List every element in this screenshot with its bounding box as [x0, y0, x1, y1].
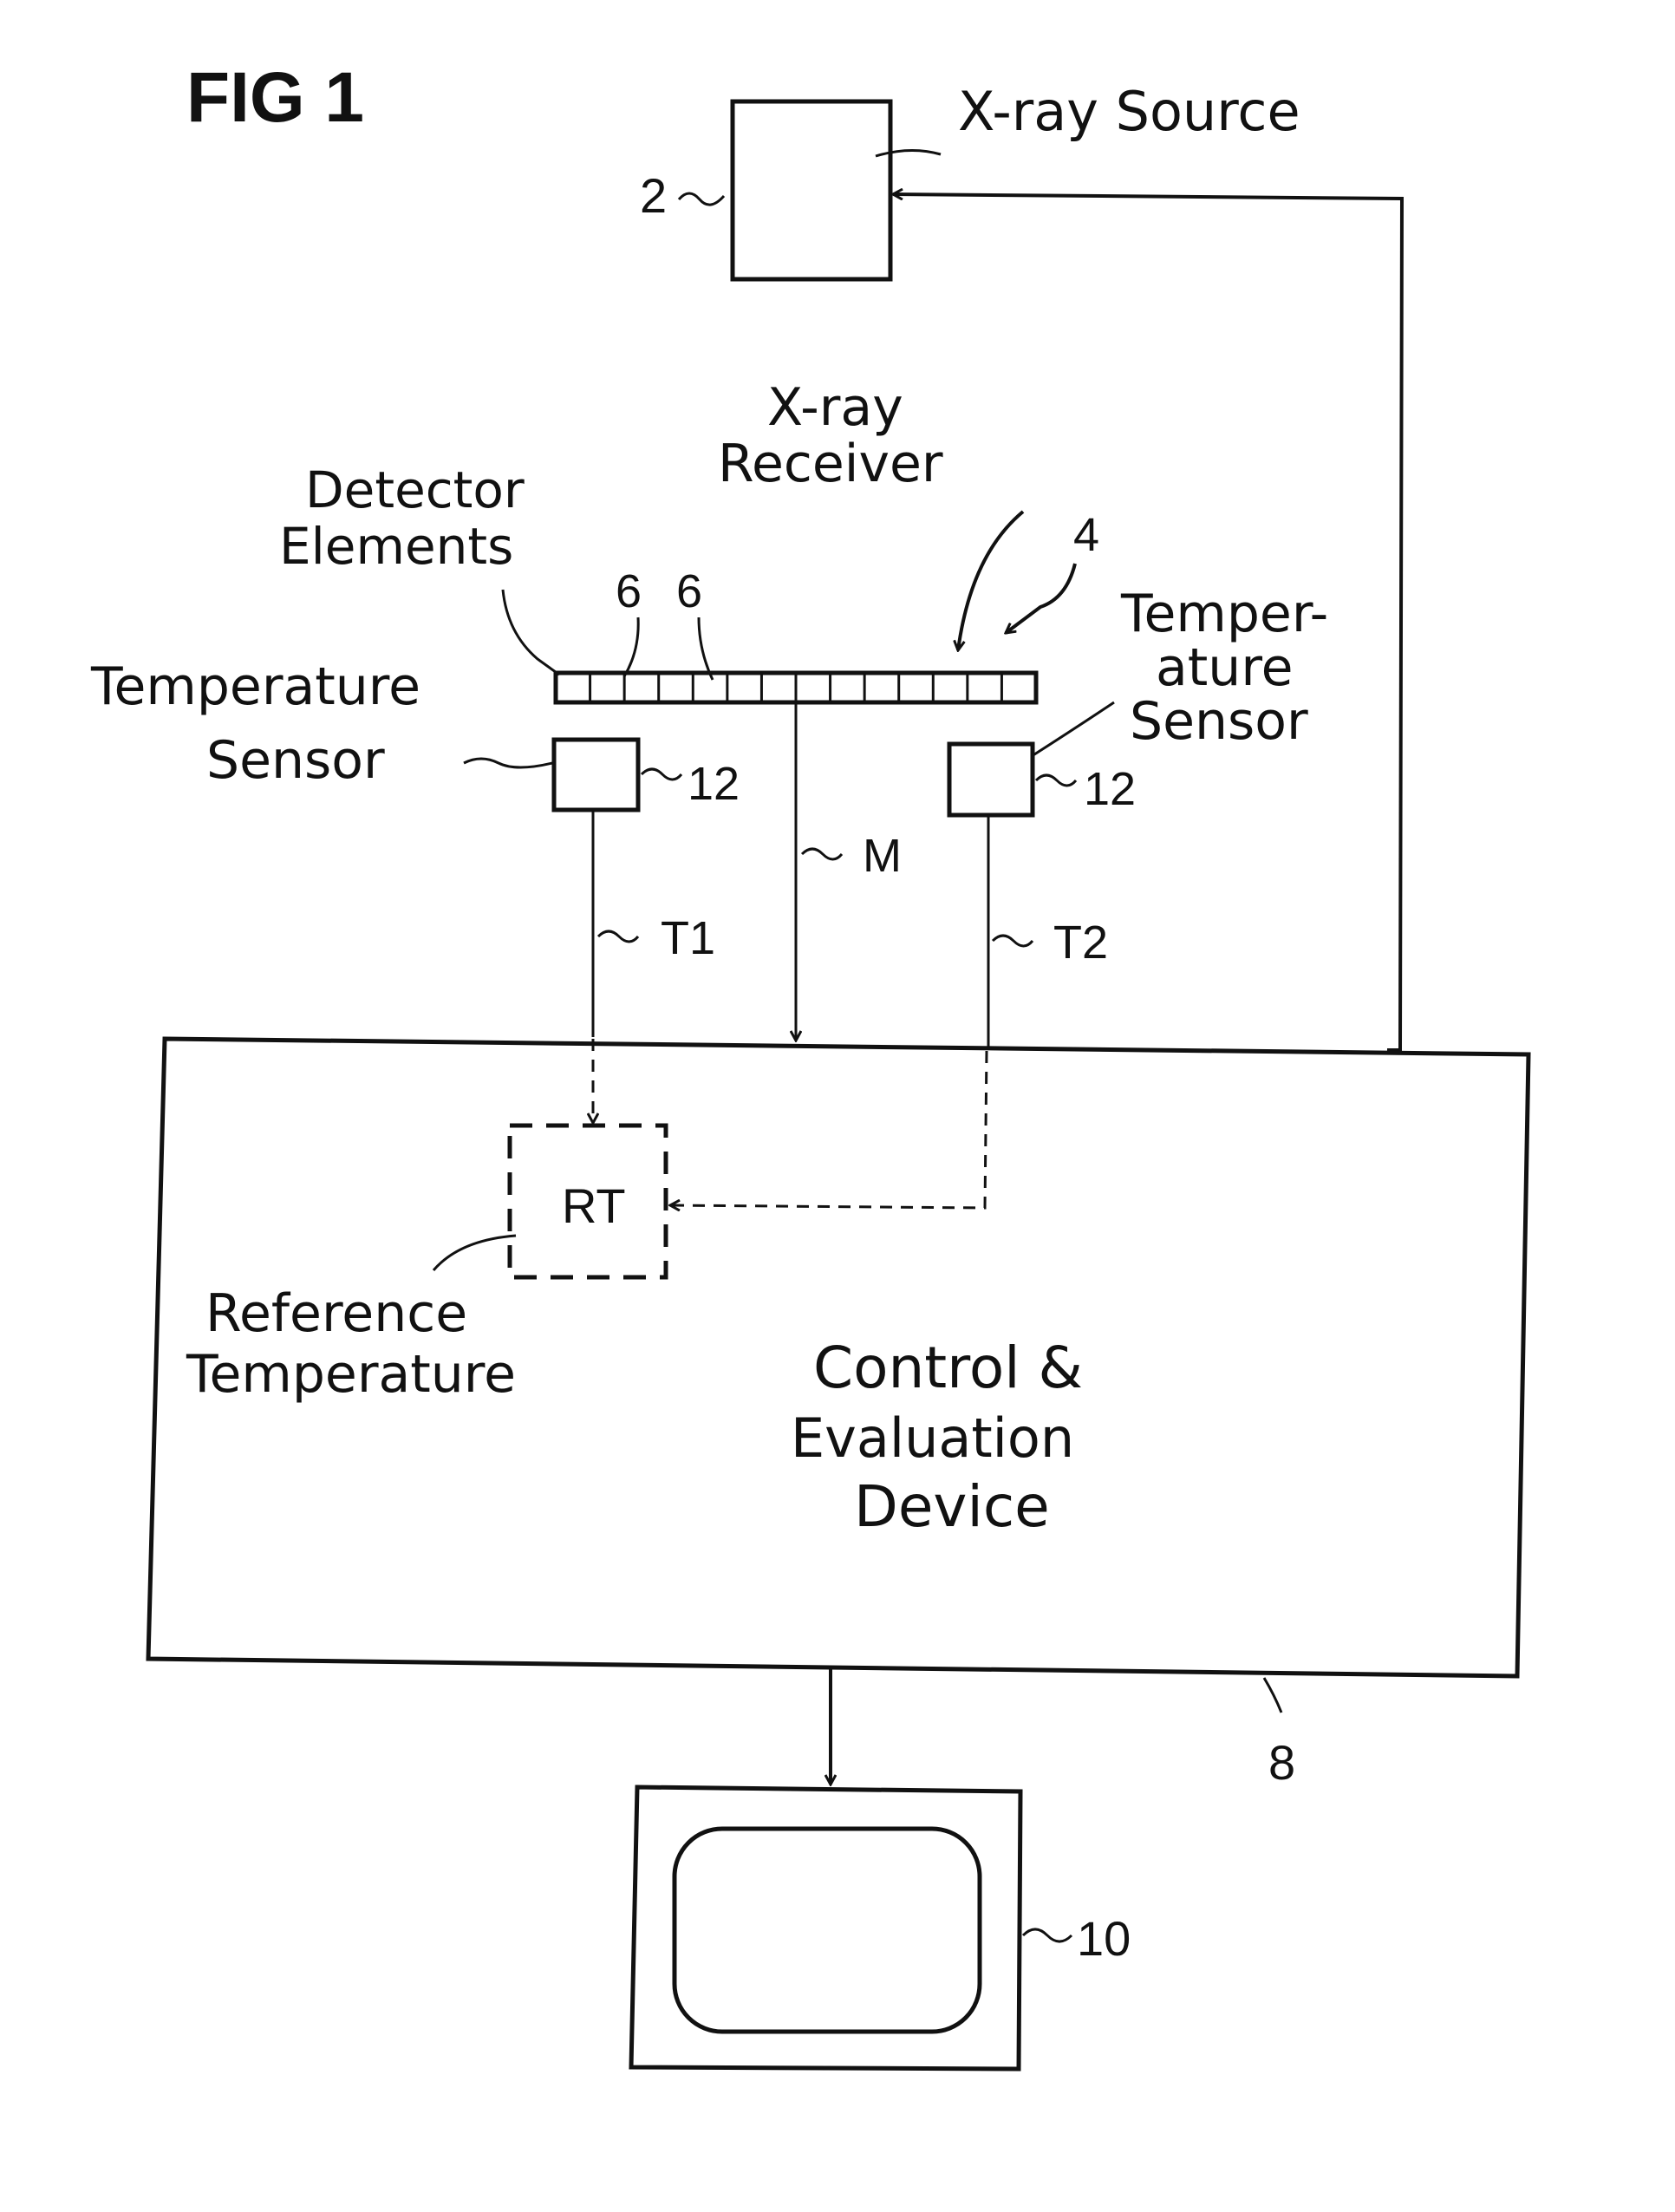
monitor-ref: 10	[1077, 1911, 1131, 1966]
ref-12-left-leader	[640, 767, 683, 781]
temp-sensor-right-ref: 12	[1084, 763, 1136, 815]
measurement-signal-label: M	[863, 830, 902, 882]
control-device-label-2: Evaluation	[791, 1406, 1074, 1470]
receiver-ref: 4	[1073, 509, 1099, 561]
temp-sensor-left-ref: 12	[688, 758, 740, 810]
temp-sensor-right-box	[947, 741, 1035, 818]
temp-sensor-left-label-2: Sensor	[206, 730, 385, 791]
reference-temperature-label-2: Temperature	[186, 1344, 516, 1405]
temp-sensor-right-label-2: ature	[1156, 637, 1294, 698]
control-device-label-1: Control &	[813, 1334, 1083, 1401]
m-leader	[800, 847, 844, 861]
detector-elements-label-1: Detector	[305, 460, 525, 519]
reference-temperature-label-1: Reference	[205, 1283, 467, 1344]
t1-signal-label: T1	[661, 912, 715, 964]
detector-elements-label-2: Elements	[279, 517, 513, 576]
temp-sensor-left-leader	[463, 757, 553, 769]
ref-12-right-leader	[1034, 773, 1078, 787]
xray-source-label: X-ray Source	[958, 80, 1300, 143]
diagram-canvas: FIG 1 X-ray Source 2 X-ray Receiver 4 De…	[90, 58, 1531, 2072]
detector-ref-b: 6	[676, 565, 702, 617]
patent-figure: FIG 1 X-ray Source 2 X-ray Receiver 4 De…	[0, 0, 1675, 2212]
receiver-ref-arrow	[1006, 563, 1077, 633]
detector-ref-a: 6	[616, 565, 642, 617]
temp-sensor-right-label-3: Sensor	[1130, 691, 1308, 752]
detector-elements-leader	[501, 589, 560, 676]
xray-source-box	[730, 99, 893, 282]
control-device-ref: 8	[1268, 1735, 1295, 1790]
reference-temperature-box-text: RT	[562, 1178, 626, 1233]
xray-receiver-label-2: Receiver	[718, 434, 943, 494]
temp-sensor-right-leader	[1031, 701, 1115, 758]
ref-2-leader	[677, 192, 726, 206]
t1-leader	[596, 930, 640, 943]
control-device-label-3: Device	[854, 1473, 1050, 1540]
t2-dashed-line	[670, 1050, 988, 1208]
figure-title: FIG 1	[186, 58, 364, 137]
reference-temperature-leader	[432, 1234, 517, 1271]
temp-sensor-left-box	[551, 737, 641, 812]
t2-signal-label: T2	[1053, 917, 1108, 969]
ref-6a-leader	[622, 617, 640, 677]
xray-receiver-label-1: X-ray	[767, 377, 903, 438]
xray-source-ref: 2	[640, 168, 667, 223]
temp-sensor-left-label-1: Temperature	[90, 656, 420, 717]
t2-leader	[991, 934, 1034, 948]
xray-source-leader	[875, 148, 942, 158]
monitor-screen	[672, 1826, 982, 2034]
control-device-leader	[1262, 1677, 1283, 1713]
temp-sensor-right-label-1: Temper-	[1120, 584, 1328, 644]
detector-bar	[553, 670, 1039, 705]
monitor-leader	[1021, 1928, 1073, 1943]
receiver-leader-arrow	[958, 510, 1025, 650]
ref-6b-leader	[697, 617, 714, 681]
